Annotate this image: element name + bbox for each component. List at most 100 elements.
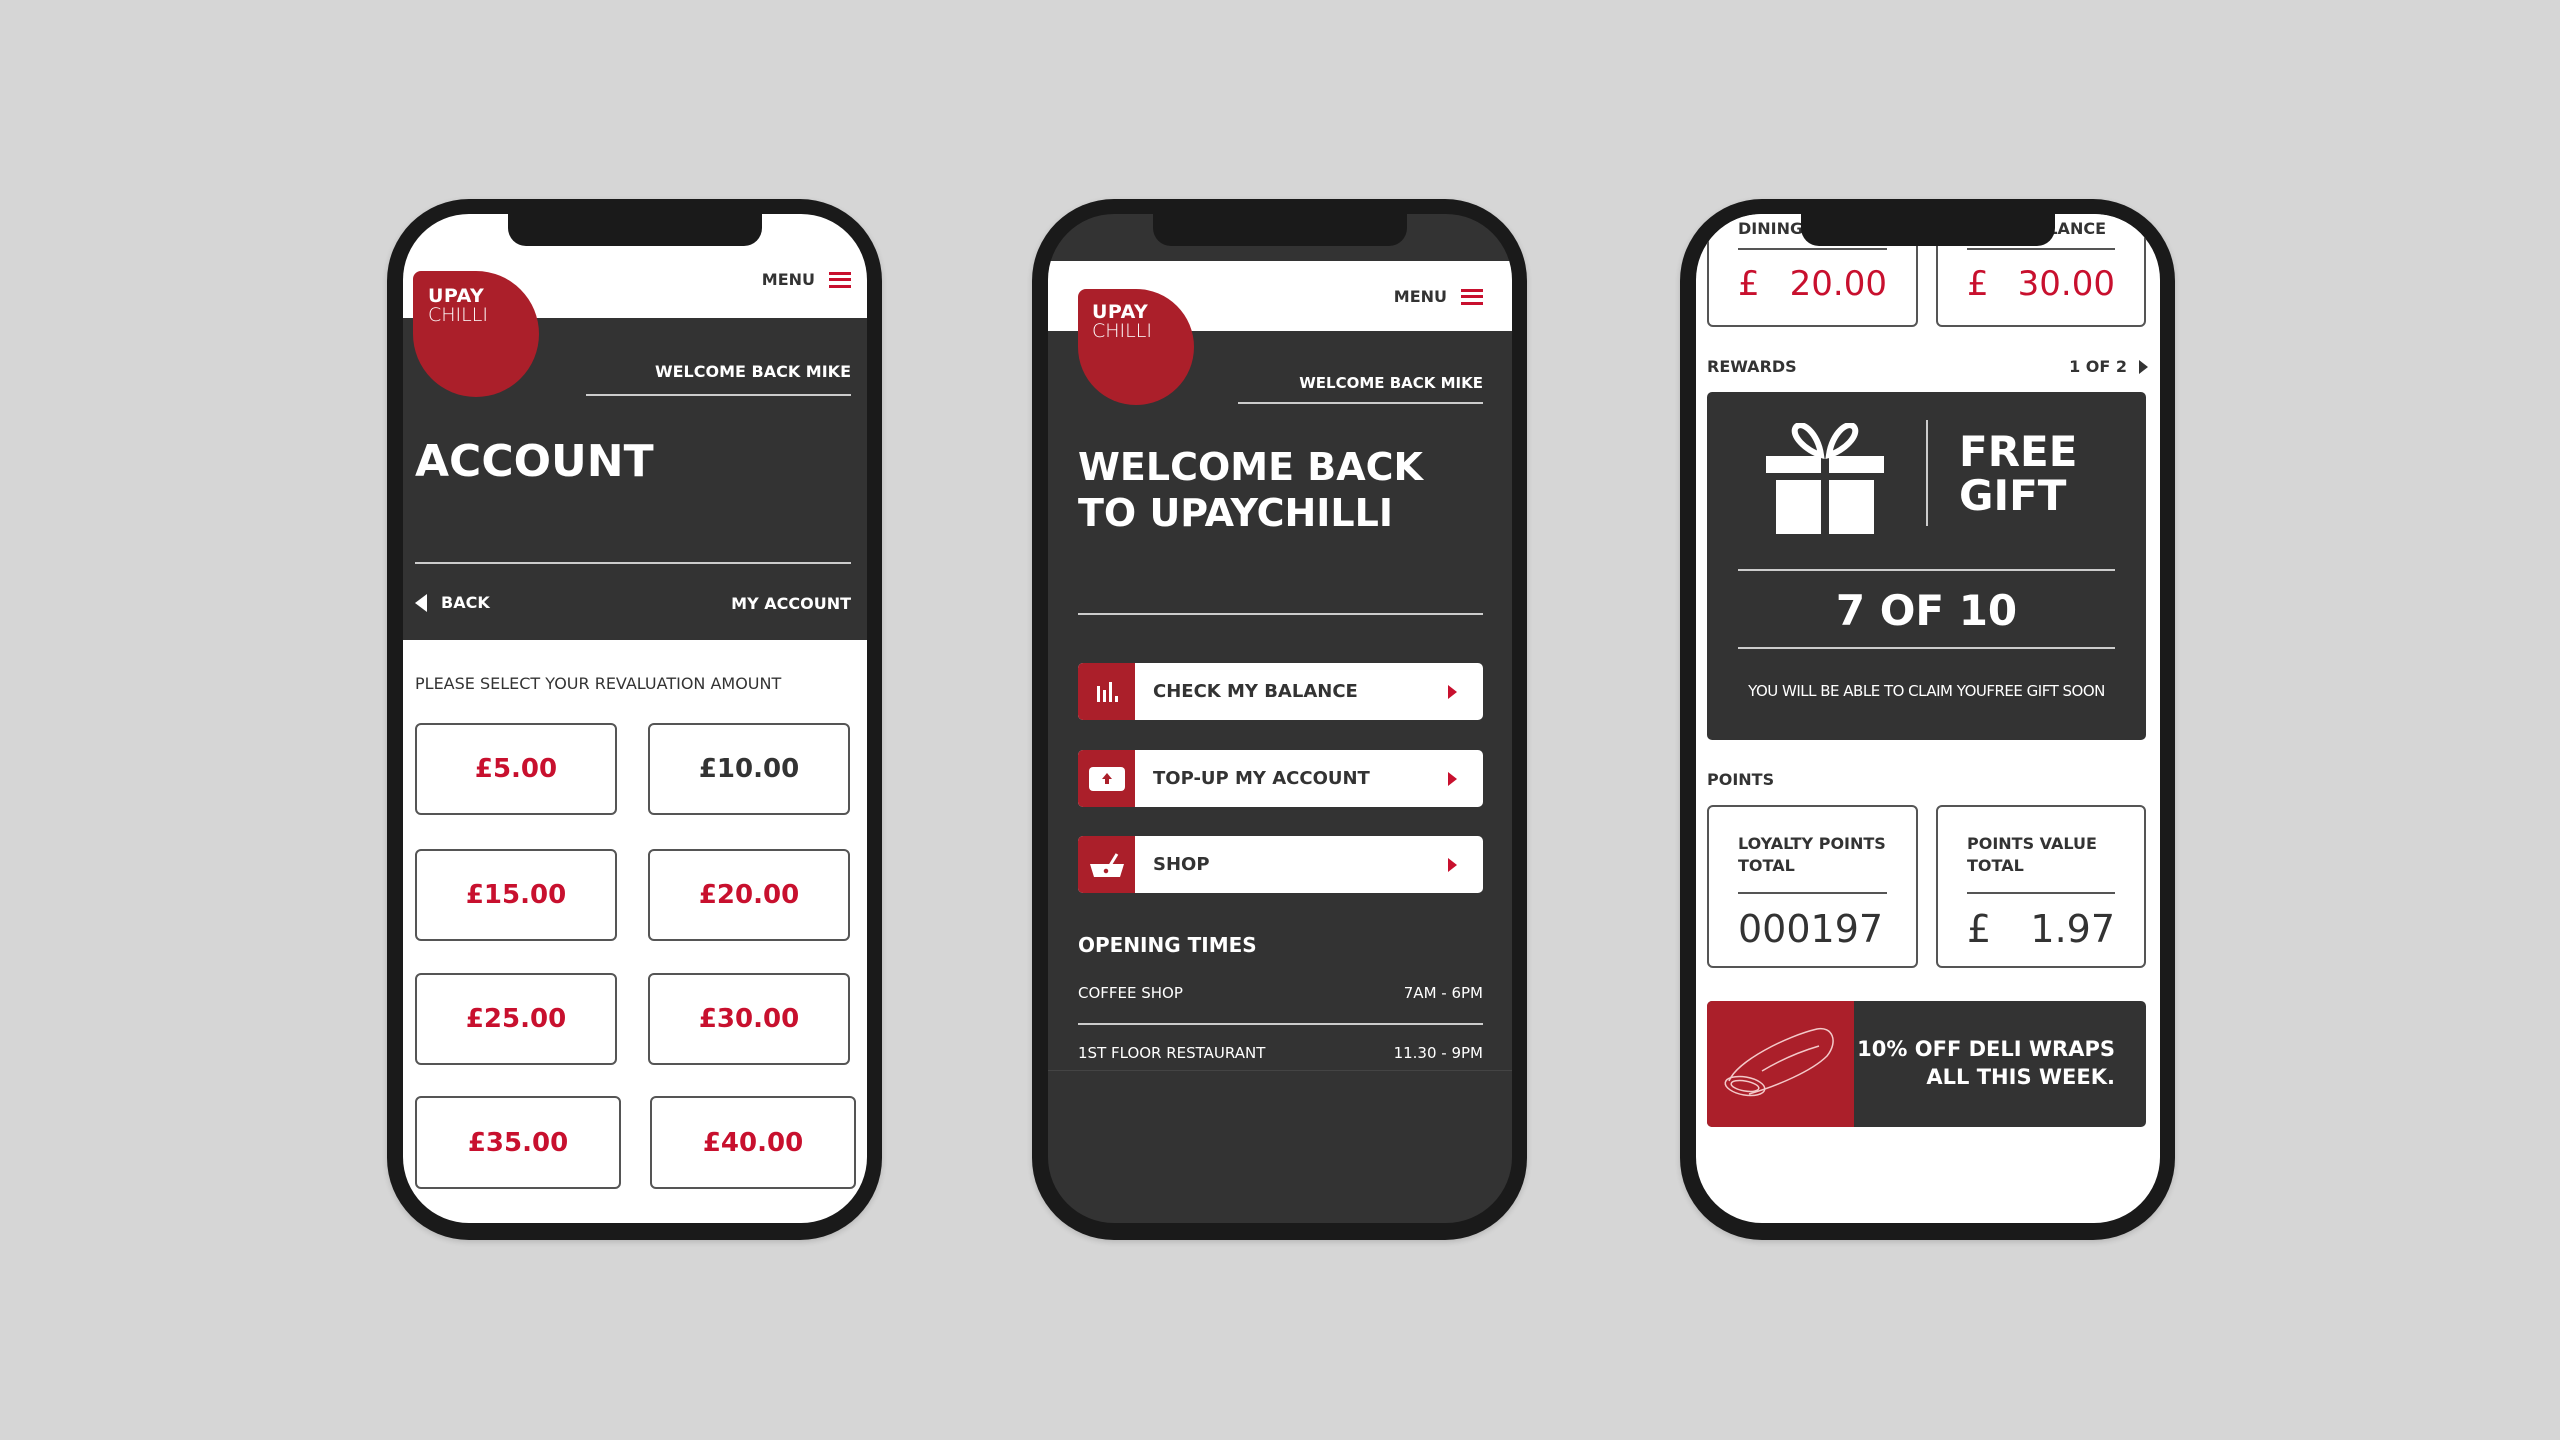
points-label: POINTS VALUE TOTAL [1967, 833, 2097, 877]
card-title: FREE GIFT [1959, 430, 2077, 518]
card-title-line: FREE [1959, 427, 2078, 476]
points-label: LOYALTY POINTS TOTAL [1738, 833, 1886, 877]
next-arrow-icon[interactable] [2139, 359, 2148, 374]
divider [1738, 647, 2115, 649]
divider [415, 562, 851, 564]
amount-option[interactable]: £35.00 [415, 1096, 621, 1189]
title-line: TO UPAYCHILLI [1078, 491, 1394, 535]
divider [1078, 613, 1483, 615]
amount-option[interactable]: £30.00 [648, 973, 850, 1065]
free-gift-card[interactable]: FREE GIFT 7 OF 10 YOU WILL BE ABLE TO CL… [1707, 392, 2146, 740]
points-value: 000197 [1738, 907, 1884, 951]
title-line: WELCOME BACK [1078, 445, 1423, 489]
pager-label: 1 OF 2 [2069, 357, 2127, 376]
divider [1738, 248, 1887, 250]
reward-message: YOU WILL BE ABLE TO CLAIM YOUFREE GIFT S… [1748, 682, 2105, 700]
currency-symbol: £ [1967, 264, 1989, 304]
breadcrumb: MY ACCOUNT [731, 594, 851, 613]
gift-icon [1766, 423, 1884, 534]
amount-option-selected[interactable]: £10.00 [648, 723, 850, 815]
divider [1926, 420, 1928, 526]
amount-option[interactable]: £5.00 [415, 723, 617, 815]
logo-text-chilli: CHILLI [428, 304, 488, 326]
balance-value: 20.00 [1789, 264, 1887, 304]
reward-progress: 7 OF 10 [1835, 586, 2018, 635]
hours: 7AM - 6PM [1403, 984, 1483, 1002]
amount-option[interactable]: £15.00 [415, 849, 617, 941]
label-line: TOTAL [1738, 856, 1795, 875]
basket-icon [1078, 836, 1135, 893]
top-up-button[interactable]: TOP-UP MY ACCOUNT [1078, 750, 1483, 807]
revaluation-prompt: PLEASE SELECT YOUR REVALUATION AMOUNT [415, 674, 782, 693]
menu-label: MENU [1393, 287, 1447, 306]
points-value-card: POINTS VALUE TOTAL £1.97 [1936, 805, 2146, 968]
deli-wrap-icon [1724, 1027, 1834, 1097]
logo-text-chilli: CHILLI [1092, 320, 1152, 342]
promo-banner[interactable]: 10% OFF DELI WRAPS ALL THIS WEEK. [1707, 1001, 2146, 1127]
bar-chart-icon [1078, 663, 1135, 720]
divider [1048, 1070, 1512, 1071]
place-name: COFFEE SHOP [1078, 984, 1183, 1002]
amount-option[interactable]: £40.00 [650, 1096, 856, 1189]
page-title: ACCOUNT [415, 436, 654, 487]
phone-rewards: DINING £20.00 BALANCE £30.00 REWARDS 1 O… [1680, 199, 2175, 1240]
promo-text: 10% OFF DELI WRAPS ALL THIS WEEK. [1857, 1035, 2115, 1091]
action-label: TOP-UP MY ACCOUNT [1153, 768, 1370, 789]
chevron-right-icon [1448, 771, 1457, 786]
opening-row: COFFEE SHOP 7AM - 6PM [1078, 984, 1483, 1002]
shop-button[interactable]: SHOP [1078, 836, 1483, 893]
account-screen: UPAY CHILLI MENU WELCOME BACK MIKE ACCOU… [403, 214, 867, 1223]
divider [1238, 402, 1483, 404]
rewards-pager[interactable]: 1 OF 2 [2069, 357, 2148, 376]
phone-notch [1153, 214, 1407, 246]
divider [1967, 892, 2115, 894]
phone-notch [508, 214, 762, 246]
rewards-screen: DINING £20.00 BALANCE £30.00 REWARDS 1 O… [1696, 214, 2160, 1223]
back-label: BACK [441, 593, 490, 612]
upay-chilli-logo[interactable]: UPAY CHILLI [1078, 289, 1194, 405]
points-heading: POINTS [1707, 770, 1775, 789]
page-title: WELCOME BACK TO UPAYCHILLI [1078, 444, 1423, 536]
loyalty-points-card: LOYALTY POINTS TOTAL 000197 [1707, 805, 1918, 968]
promo-line: 10% OFF DELI WRAPS [1857, 1037, 2115, 1061]
wrap-illustration-panel [1707, 1001, 1854, 1127]
label-line: LOYALTY POINTS [1738, 834, 1886, 853]
phone-account: UPAY CHILLI MENU WELCOME BACK MIKE ACCOU… [387, 199, 882, 1240]
balance-label: DINING [1738, 219, 1804, 238]
back-button[interactable]: BACK [415, 593, 490, 612]
label-line: POINTS VALUE [1967, 834, 2097, 853]
phone-notch [1801, 214, 2055, 246]
points-value: 1.97 [2030, 907, 2115, 951]
wallet-upload-icon [1078, 750, 1135, 807]
menu-label: MENU [761, 270, 815, 289]
opening-row: 1ST FLOOR RESTAURANT 11.30 - 9PM [1078, 1044, 1483, 1062]
chevron-right-icon [1448, 857, 1457, 872]
card-title-line: GIFT [1959, 471, 2067, 520]
divider [586, 394, 851, 396]
menu-button[interactable]: MENU [762, 270, 851, 289]
divider [1078, 1023, 1483, 1025]
amount-option[interactable]: £20.00 [648, 849, 850, 941]
amount-option[interactable]: £25.00 [415, 973, 617, 1065]
balance-value: 30.00 [2017, 264, 2115, 304]
upay-chilli-logo[interactable]: UPAY CHILLI [413, 271, 539, 397]
promo-line: ALL THIS WEEK. [1926, 1065, 2115, 1089]
action-label: SHOP [1153, 854, 1210, 875]
label-line: TOTAL [1967, 856, 2024, 875]
home-screen: UPAY CHILLI MENU WELCOME BACK MIKE WELCO… [1048, 214, 1512, 1223]
divider [1738, 569, 2115, 571]
place-name: 1ST FLOOR RESTAURANT [1078, 1044, 1266, 1062]
menu-button[interactable]: MENU [1394, 287, 1483, 306]
currency-symbol: £ [1967, 907, 1992, 951]
hamburger-icon [1461, 288, 1483, 305]
opening-times-heading: OPENING TIMES [1078, 933, 1257, 957]
back-arrow-icon [415, 593, 427, 612]
hours: 11.30 - 9PM [1393, 1044, 1483, 1062]
hamburger-icon [829, 271, 851, 288]
welcome-text: WELCOME BACK MIKE [654, 362, 851, 381]
divider [1967, 248, 2115, 250]
rewards-heading: REWARDS [1707, 357, 1797, 376]
welcome-text: WELCOME BACK MIKE [1299, 374, 1483, 392]
phone-home: UPAY CHILLI MENU WELCOME BACK MIKE WELCO… [1032, 199, 1527, 1240]
check-balance-button[interactable]: CHECK MY BALANCE [1078, 663, 1483, 720]
